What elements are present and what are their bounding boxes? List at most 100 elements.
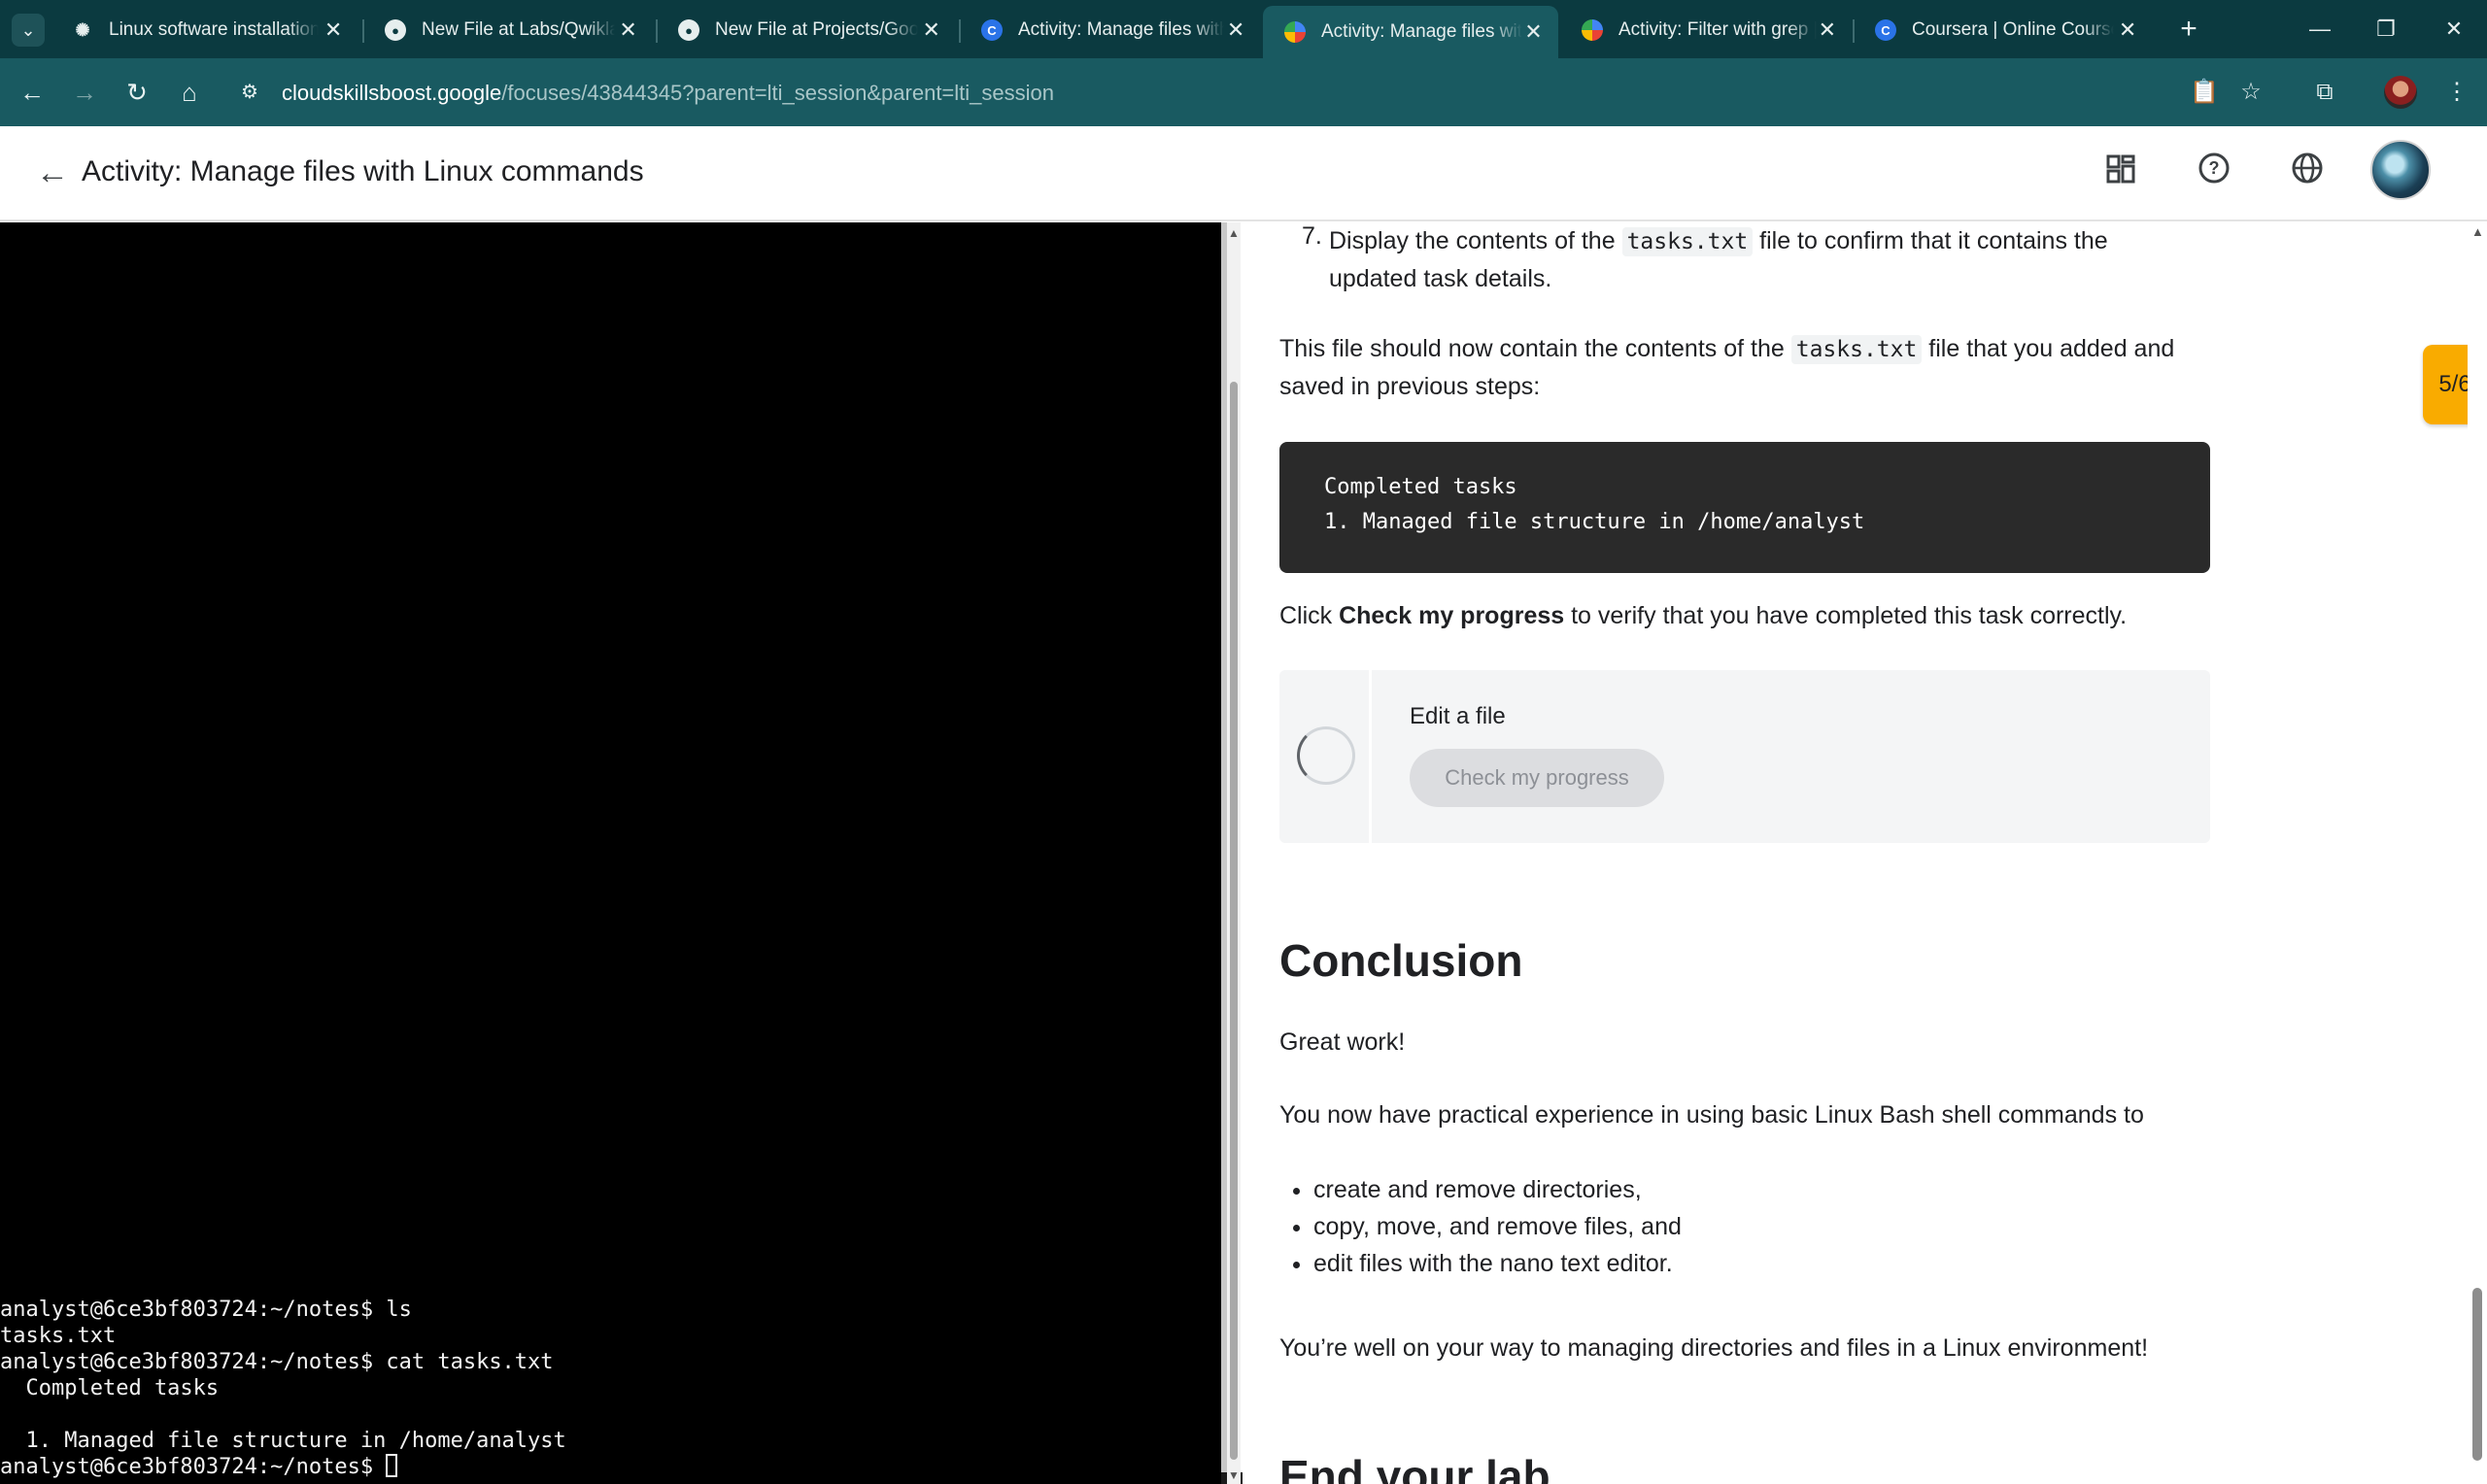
tab-search-chevron-icon[interactable]: ⌄	[12, 14, 45, 47]
browser-tab[interactable]: ● New File at Labs/Qwiklabs ✕	[363, 8, 655, 52]
terminal-panel[interactable]: analyst@6ce3bf803724:~/notes$ ls tasks.tx…	[0, 222, 1221, 1484]
back-icon[interactable]: ←	[12, 72, 52, 113]
terminal-prompt: analyst@6ce3bf803724:~/notes$	[0, 1455, 387, 1479]
github-icon: ●	[678, 19, 699, 41]
google-cloud-icon	[1582, 19, 1603, 41]
paragraph-text: Click	[1279, 602, 1340, 629]
user-avatar[interactable]	[2370, 140, 2431, 200]
close-tab-icon[interactable]: ✕	[1224, 17, 1247, 43]
more-menu-icon[interactable]: ⋮	[2436, 72, 2477, 113]
terminal-prompt-line[interactable]: analyst@6ce3bf803724:~/notes$	[0, 1454, 1221, 1480]
loading-spinner-icon	[1297, 726, 1355, 785]
terminal-cursor	[386, 1454, 398, 1477]
browser-tab[interactable]: C Activity: Manage files with Linux ✕	[960, 8, 1261, 52]
coursera-icon: C	[981, 19, 1003, 41]
code-block: Completed tasks 1. Managed file structur…	[1279, 442, 2210, 573]
terminal-line: Completed tasks	[0, 1376, 220, 1400]
terminal-output: analyst@6ce3bf803724:~/notes$ ls tasks.tx…	[0, 1297, 1221, 1480]
minimize-icon[interactable]: —	[2293, 8, 2347, 51]
step-7-text: Display the contents of the tasks.txt fi…	[1329, 222, 2176, 297]
reload-icon[interactable]: ↻	[117, 72, 157, 113]
tab-title: Activity: Manage files with Linux	[1018, 19, 1225, 40]
browser-tab[interactable]: ✺ Linux software installation ✕	[51, 8, 361, 52]
tab-title: New File at Projects/Google	[715, 19, 919, 40]
scroll-up-arrow-icon[interactable]: ▲	[1228, 226, 1240, 240]
list-item: edit files with the nano text editor.	[1313, 1245, 1682, 1282]
svg-text:?: ?	[2209, 158, 2220, 178]
grid-view-icon[interactable]	[2098, 152, 2143, 196]
close-tab-icon[interactable]: ✕	[615, 17, 641, 43]
inline-code: tasks.txt	[1790, 335, 1923, 364]
terminal-line: 1. Managed file structure in /home/analy…	[0, 1429, 566, 1453]
inline-code: tasks.txt	[1621, 227, 1754, 256]
browser-profile-avatar[interactable]	[2384, 76, 2417, 109]
restore-icon[interactable]: ❐	[2359, 8, 2413, 51]
check-progress-instruction: Click Check my progress to verify that y…	[1279, 597, 2127, 634]
home-icon[interactable]: ⌂	[169, 72, 210, 113]
google-cloud-icon	[1284, 21, 1306, 43]
step-number: 7.	[1302, 222, 1322, 250]
scrollbar-thumb[interactable]	[1230, 382, 1238, 1460]
help-svg: ?	[2198, 152, 2230, 184]
browser-tab[interactable]: C Coursera | Online Courses ✕	[1854, 8, 2155, 52]
bold-text: Check my progress	[1339, 602, 1565, 629]
paragraph: Great work!	[1279, 1029, 1406, 1056]
tab-title: Activity: Manage files with Linux	[1321, 21, 1522, 42]
browser-toolbar: ← → ↻ ⌂ ⚙ cloudskillsboost.google/focuse…	[0, 58, 2487, 126]
coursera-icon: C	[1875, 19, 1896, 41]
close-window-icon[interactable]: ✕	[2427, 8, 2481, 51]
bullet-list: create and remove directories, copy, mov…	[1313, 1171, 1682, 1282]
close-tab-icon[interactable]: ✕	[1817, 17, 1838, 43]
url-path: /focuses/43844345?parent=lti_session&par…	[501, 81, 1054, 105]
scrollbar-thumb[interactable]	[2472, 1288, 2482, 1461]
url-host: cloudskillsboost.google	[282, 81, 502, 105]
terminal-line: analyst@6ce3bf803724:~/notes$ ls	[0, 1298, 412, 1322]
help-icon[interactable]: ?	[2192, 152, 2236, 196]
back-arrow-icon[interactable]: ←	[33, 153, 72, 192]
instructions-panel: 7. Display the contents of the tasks.txt…	[1244, 222, 2462, 1484]
tab-title: New File at Labs/Qwiklabs	[422, 19, 616, 40]
bookmark-star-icon[interactable]: ☆	[2231, 72, 2271, 113]
paragraph-text: to verify that you have completed this t…	[1564, 602, 2128, 629]
tab-title: Coursera | Online Courses	[1912, 19, 2115, 40]
extensions-puzzle-icon[interactable]: ⧉	[2304, 72, 2345, 113]
terminal-line: tasks.txt	[0, 1324, 117, 1348]
page-header: ← Activity: Manage files with Linux comm…	[0, 126, 2487, 221]
grid-view-svg	[2106, 154, 2135, 184]
scroll-up-arrow-icon[interactable]: ▲	[2471, 224, 2484, 239]
close-tab-icon[interactable]: ✕	[319, 17, 348, 43]
tab-title: Linux software installation	[109, 19, 320, 40]
progress-status-column	[1279, 670, 1372, 843]
url-text[interactable]: cloudskillsboost.google/focuses/43844345…	[282, 81, 1054, 106]
paragraph: You now have practical experience in usi…	[1279, 1101, 2144, 1129]
github-icon: ●	[385, 19, 406, 41]
close-tab-icon[interactable]: ✕	[918, 17, 944, 43]
forward-icon[interactable]: →	[64, 72, 105, 113]
end-lab-heading: End your lab	[1279, 1451, 1550, 1484]
address-bar[interactable]: ⚙ cloudskillsboost.google/focuses/438443…	[229, 68, 2182, 117]
paragraph: You’re well on your way to managing dire…	[1279, 1334, 2149, 1362]
conclusion-heading: Conclusion	[1279, 935, 1523, 986]
page-title: Activity: Manage files with Linux comman…	[82, 155, 644, 187]
site-info-icon[interactable]: ⚙	[237, 80, 262, 105]
check-my-progress-button[interactable]: Check my progress	[1410, 749, 1664, 807]
browser-tab-strip: ⌄ ✺ Linux software installation ✕ ● New …	[0, 0, 2487, 58]
browser-tab[interactable]: ● New File at Projects/Google ✕	[657, 8, 958, 52]
new-tab-button[interactable]: +	[2170, 12, 2207, 49]
paragraph: This file should now contain the content…	[1279, 330, 2231, 405]
scroll-down-arrow-icon[interactable]: ▼	[1228, 1468, 1240, 1482]
browser-tab-active[interactable]: Activity: Manage files with Linux ✕	[1263, 6, 1558, 58]
instructions-scrollbar[interactable]: ▲ ▼	[1227, 222, 1241, 1484]
close-tab-icon[interactable]: ✕	[2114, 17, 2141, 43]
clipboard-icon[interactable]: 📋	[2184, 72, 2225, 113]
openai-icon: ✺	[75, 19, 90, 40]
progress-check-card: Edit a file Check my progress	[1279, 670, 2210, 843]
close-tab-icon[interactable]: ✕	[1522, 19, 1545, 45]
tab-title: Activity: Filter with grep | Google	[1618, 19, 1817, 40]
language-globe-icon[interactable]	[2285, 152, 2330, 196]
page-scrollbar[interactable]: ▲	[2468, 222, 2487, 1484]
step-7: 7. Display the contents of the tasks.txt…	[1302, 222, 2176, 297]
browser-tab[interactable]: Activity: Filter with grep | Google ✕	[1560, 8, 1852, 52]
paragraph-text: This file should now contain the content…	[1279, 335, 1791, 362]
